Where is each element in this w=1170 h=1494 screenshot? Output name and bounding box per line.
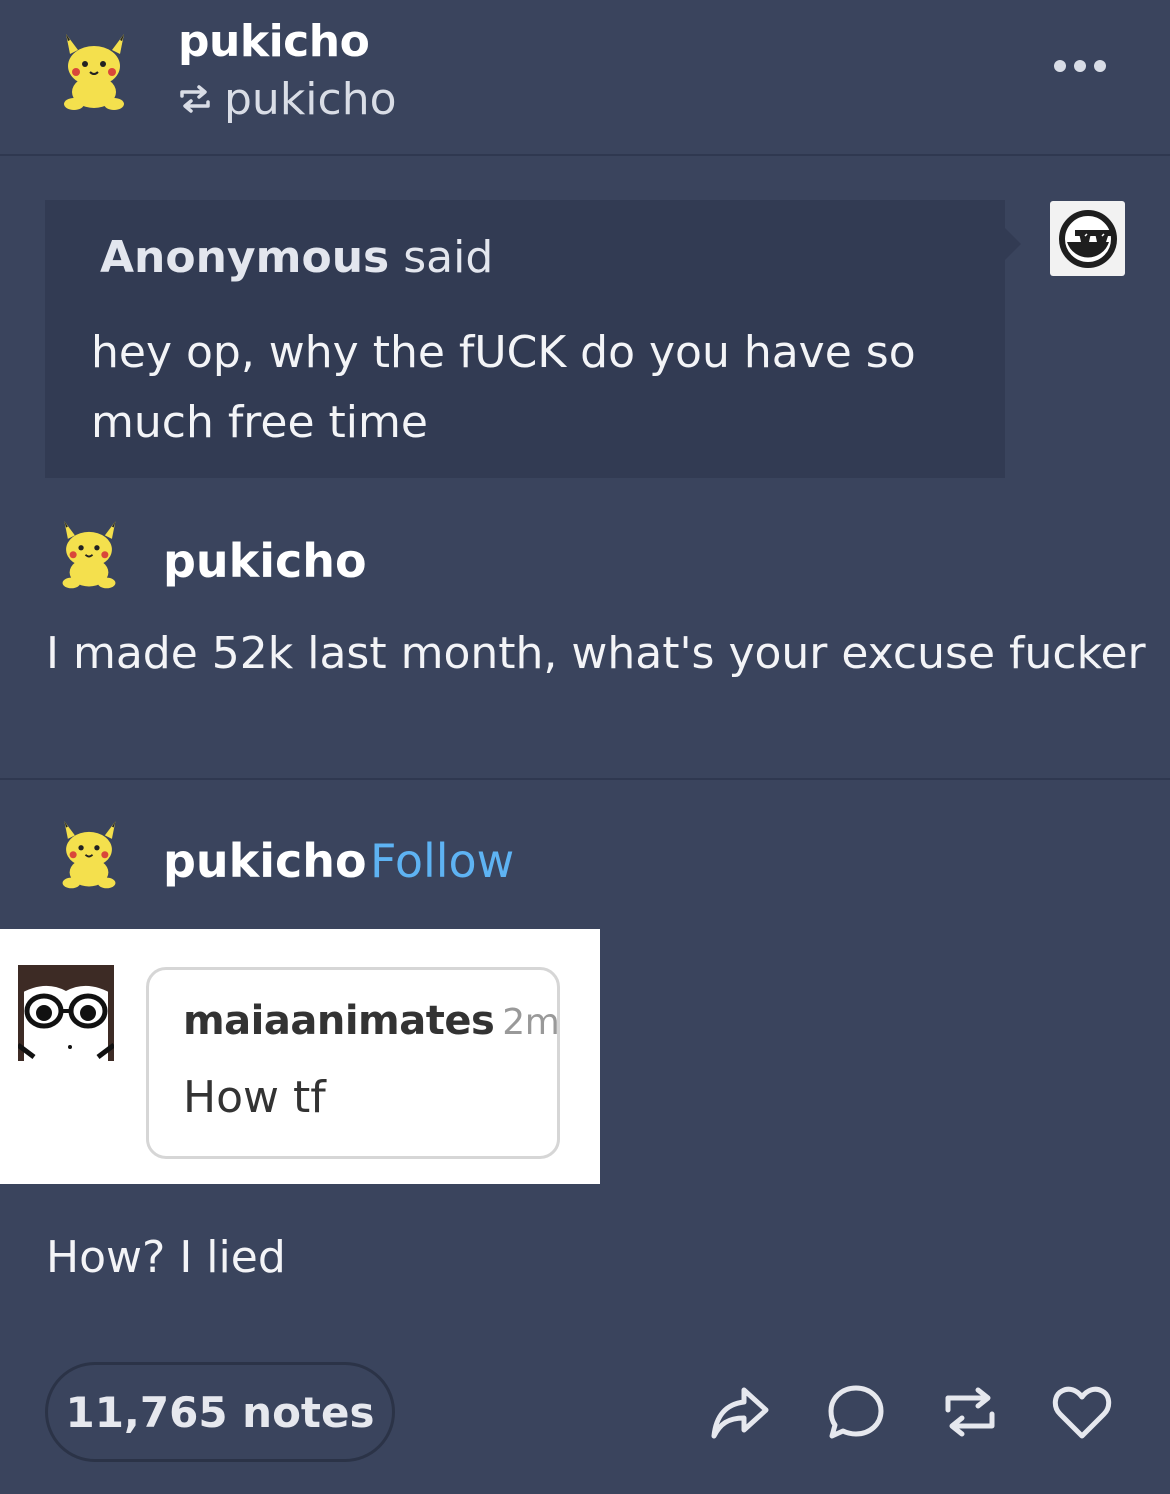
- reblog-icon[interactable]: [938, 1380, 1002, 1444]
- reblog-small-icon: [178, 74, 212, 125]
- comment-text: How tf: [183, 1072, 326, 1123]
- comment-time: 2m: [502, 1002, 560, 1043]
- ellipsis-icon[interactable]: [1054, 60, 1106, 72]
- reblogged-from-name: pukicho: [224, 74, 397, 125]
- pikachu-avatar[interactable]: [52, 28, 136, 112]
- comment-username: maiaanimates: [183, 998, 495, 1044]
- reblog-author[interactable]: pukicho: [163, 834, 367, 888]
- like-icon[interactable]: [1050, 1380, 1114, 1444]
- comment-bubble: maiaanimates 2m How tf: [146, 967, 560, 1159]
- pikachu-avatar[interactable]: [52, 812, 126, 894]
- header-divider: [0, 154, 1170, 156]
- share-icon[interactable]: [708, 1380, 772, 1444]
- asked-word: said: [403, 232, 494, 283]
- reply-icon[interactable]: [824, 1380, 888, 1444]
- reblog-text: How? I lied: [46, 1232, 286, 1283]
- reply-author[interactable]: pukicho: [163, 534, 367, 588]
- sunglasses-face-icon: [1050, 201, 1125, 276]
- asker-name: Anonymous: [100, 232, 390, 283]
- comment-header: maiaanimates 2m: [183, 998, 560, 1044]
- reblogged-from[interactable]: pukicho: [178, 74, 397, 125]
- commenter-avatar: [16, 965, 116, 1061]
- ask-question: hey op, why the fUCK do you have so much…: [91, 327, 916, 448]
- embedded-comment-screenshot: maiaanimates 2m How tf: [0, 929, 600, 1184]
- follow-button[interactable]: Follow: [370, 834, 514, 888]
- post-author[interactable]: pukicho: [178, 16, 370, 67]
- reblog-divider: [0, 778, 1170, 780]
- reply-text: I made 52k last month, what's your excus…: [46, 628, 1146, 679]
- ask-box: Anonymous said hey op, why the fUCK do y…: [45, 200, 1021, 478]
- pikachu-avatar[interactable]: [52, 512, 126, 594]
- notes-button[interactable]: 11,765 notes: [45, 1362, 395, 1462]
- ask-attribution: Anonymous said: [100, 232, 493, 283]
